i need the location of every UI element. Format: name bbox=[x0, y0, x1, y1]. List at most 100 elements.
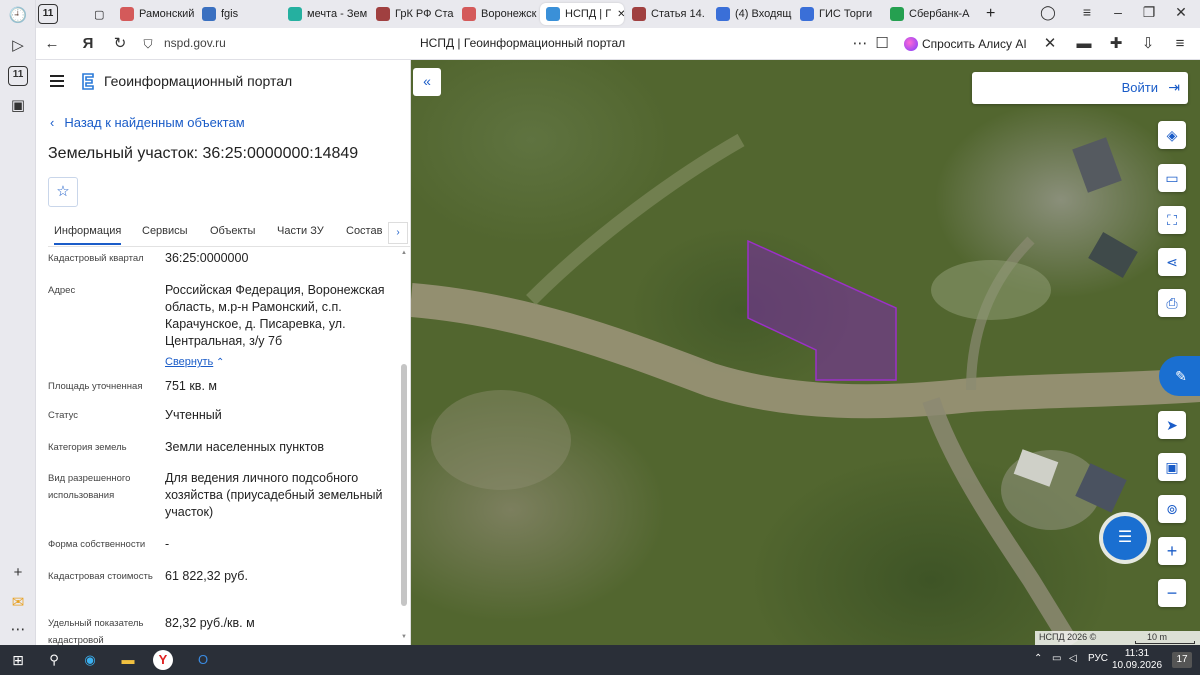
scroll-up-icon[interactable]: ▲ bbox=[401, 250, 407, 256]
portal-logo-icon bbox=[82, 73, 94, 90]
favicon-icon bbox=[376, 7, 390, 21]
tab-bar: 11 ▢ Рамонский fgis мечта - Зем ГрК РФ Ста В… bbox=[36, 0, 1200, 28]
yandex-browser-icon[interactable]: Y bbox=[153, 650, 173, 670]
favicon-icon bbox=[202, 7, 216, 21]
page-title: НСПД | Геоинформационный портал bbox=[420, 36, 626, 50]
browser-tab[interactable]: Рамонский bbox=[114, 3, 194, 25]
more-icon[interactable]: ⋯ bbox=[850, 34, 870, 54]
browser-tab-label: Сбербанк-А bbox=[909, 8, 970, 20]
mail-icon[interactable]: ✉ bbox=[8, 593, 28, 613]
menu-icon[interactable] bbox=[50, 75, 64, 87]
mask-icon[interactable]: ▬ bbox=[1074, 34, 1094, 54]
puzzle-icon[interactable]: ✚ bbox=[1106, 34, 1126, 54]
menu-icon[interactable]: ≡ bbox=[1170, 34, 1190, 54]
collapse-label: Свернуть bbox=[165, 356, 214, 368]
restore-icon[interactable]: ❐ bbox=[1140, 4, 1158, 21]
back-link[interactable]: ‹ Назад к найденным объектам bbox=[50, 115, 245, 130]
tabs-badge[interactable]: 11 bbox=[8, 66, 28, 86]
minimap-button[interactable]: ▣ bbox=[1158, 453, 1186, 481]
more-icon[interactable]: ⋯ bbox=[8, 620, 28, 640]
browser-tab-label: (4) Входящ bbox=[735, 8, 792, 20]
help-button[interactable]: ✎ bbox=[1159, 356, 1200, 396]
login-button[interactable]: Войти ⇥ bbox=[972, 72, 1188, 104]
info-tabs: Информация Сервисы Объекты Части ЗУ Состав bbox=[48, 219, 410, 247]
alice-button[interactable]: Спросить Алису AI bbox=[898, 32, 1035, 56]
new-tab-button[interactable]: + bbox=[980, 3, 1000, 25]
info-tab[interactable]: Объекты bbox=[210, 225, 255, 237]
scrollbar[interactable]: ▲ ▼ bbox=[400, 250, 408, 643]
favorite-button[interactable]: ☆ bbox=[48, 177, 78, 207]
collections-icon[interactable]: ▣ bbox=[8, 96, 28, 116]
info-tab[interactable]: Информация bbox=[54, 225, 122, 245]
select-area-icon: ⛶ bbox=[1167, 212, 1177, 228]
satellite-map[interactable]: « Войти ⇥ ◈ ▭ ⛶ ⋖ ⎙ ✎ ➤ ▣ ⊚ ☰ + − НСПД 2… bbox=[411, 60, 1200, 645]
tray-chevron-icon[interactable]: ⌃ bbox=[1034, 653, 1042, 664]
browser-tab[interactable]: fgis bbox=[196, 3, 280, 25]
attribute-label: Кадастровый квартал bbox=[48, 253, 144, 264]
browser-tab[interactable]: мечта - Зем bbox=[282, 3, 368, 25]
close-icon[interactable]: ✕ bbox=[1172, 4, 1190, 21]
browser-tab[interactable]: ГрК РФ Ста bbox=[370, 3, 454, 25]
extension-icon[interactable]: ✕ bbox=[1040, 34, 1060, 54]
geo-search-button[interactable]: ⊚ bbox=[1158, 495, 1186, 523]
share-button[interactable]: ⋖ bbox=[1158, 248, 1186, 276]
attribute-value: 82,32 руб./кв. м bbox=[165, 616, 255, 630]
browser-tab-label: fgis bbox=[221, 8, 239, 20]
search-icon[interactable]: ⚲ bbox=[44, 650, 64, 670]
minimize-icon[interactable]: – bbox=[1109, 4, 1127, 20]
info-tab[interactable]: Части ЗУ bbox=[277, 225, 324, 237]
yandex-icon[interactable]: Я bbox=[78, 34, 98, 54]
folder-icon[interactable]: ▬ bbox=[118, 650, 138, 670]
tab-count[interactable]: 11 bbox=[38, 4, 58, 24]
avatar-icon[interactable]: ◯ bbox=[1039, 4, 1057, 21]
parcel-title: Земельный участок: 36:25:0000000:14849 bbox=[48, 145, 359, 162]
browser-tab[interactable]: (4) Входящ bbox=[710, 3, 792, 25]
ruler-icon: ▭ bbox=[1165, 170, 1179, 186]
select-area-button[interactable]: ⛶ bbox=[1158, 206, 1186, 234]
info-tab[interactable]: Сервисы bbox=[142, 225, 188, 237]
notifications-badge[interactable]: 17 bbox=[1172, 652, 1192, 668]
outlook-icon[interactable]: O bbox=[193, 650, 213, 670]
play-icon[interactable]: ▷ bbox=[8, 36, 28, 56]
volume-icon[interactable]: ◁ bbox=[1069, 653, 1077, 664]
clock[interactable]: 11:31 10.09.2026 bbox=[1112, 648, 1162, 672]
scroll-thumb[interactable] bbox=[401, 364, 407, 606]
info-tab[interactable]: Состав bbox=[346, 225, 382, 237]
menu-icon[interactable]: ≡ bbox=[1078, 4, 1096, 20]
reload-icon[interactable]: ↻ bbox=[110, 34, 130, 54]
attribute-value: Для ведения личного подсобного хозяйства… bbox=[165, 471, 383, 519]
close-tab-icon[interactable]: ✕ bbox=[617, 9, 624, 20]
browser-tab[interactable]: ГИС Торги bbox=[794, 3, 882, 25]
collapse-link[interactable]: Свернуть ⌃ bbox=[165, 352, 224, 370]
browser-tab[interactable]: НСПД | Г ✕ bbox=[540, 3, 624, 25]
secure-icon[interactable]: ⛉ bbox=[138, 34, 158, 54]
history-icon[interactable]: 🕘 bbox=[8, 6, 28, 26]
locate-button[interactable]: ➤ bbox=[1158, 411, 1186, 439]
layers-button[interactable]: ◈ bbox=[1158, 121, 1186, 149]
windows-start-icon[interactable]: ⊞ bbox=[8, 650, 28, 670]
network-icon[interactable]: ▭ bbox=[1052, 653, 1061, 664]
tabs-next-button[interactable]: › bbox=[388, 222, 408, 244]
taskbar: ⊞ ⚲ ◉ ▬ Y O ⌃ ▭ ◁ РУС 11:31 10.09.2026 1… bbox=[0, 645, 1200, 675]
zoom-out-button[interactable]: − bbox=[1158, 579, 1186, 607]
scroll-down-icon[interactable]: ▼ bbox=[401, 634, 407, 640]
portal-title: Геоинформационный портал bbox=[104, 73, 293, 89]
browser-tab[interactable]: Воронежск bbox=[456, 3, 538, 25]
language-indicator[interactable]: РУС bbox=[1088, 653, 1108, 664]
favicon-icon bbox=[546, 7, 560, 21]
bookmark-tab[interactable]: ▢ bbox=[88, 3, 110, 25]
collapse-panel-button[interactable]: « bbox=[413, 68, 441, 96]
edge-icon[interactable]: ◉ bbox=[80, 650, 100, 670]
bookmark-icon[interactable]: ☐ bbox=[872, 34, 892, 54]
zoom-in-button[interactable]: + bbox=[1158, 537, 1186, 565]
add-icon[interactable]: + bbox=[8, 563, 28, 583]
chat-button[interactable]: ☰ bbox=[1103, 516, 1147, 560]
browser-tab[interactable]: Статья 14. С bbox=[626, 3, 708, 25]
measure-button[interactable]: ▭ bbox=[1158, 164, 1186, 192]
download-icon[interactable]: ⇩ bbox=[1138, 34, 1158, 54]
map-attribution: НСПД 2026 © 10 m bbox=[1035, 631, 1200, 645]
url-field[interactable]: nspd.gov.ru bbox=[164, 36, 226, 50]
browser-tab[interactable]: Сбербанк-А bbox=[884, 3, 970, 25]
print-button[interactable]: ⎙ bbox=[1158, 289, 1186, 317]
back-arrow-icon[interactable]: ← bbox=[42, 34, 62, 54]
